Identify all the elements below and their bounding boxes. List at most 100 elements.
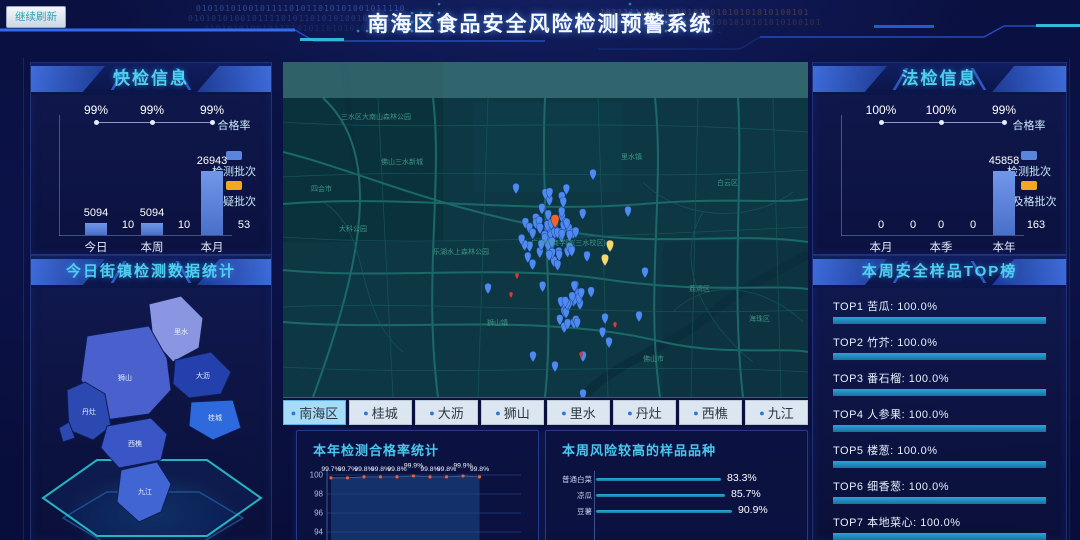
tab-丹灶[interactable]: ● 丹灶 bbox=[613, 400, 676, 425]
legend-fail-swatch bbox=[1021, 181, 1037, 190]
batch-bar bbox=[85, 223, 107, 235]
x-axis bbox=[59, 235, 232, 236]
rate-value: 99% bbox=[74, 103, 118, 117]
category-label: 本年 bbox=[977, 239, 1031, 255]
continue-refresh-button[interactable]: 继续刷新 bbox=[6, 6, 66, 28]
top-item: TOP6 细香葱: 100.0% bbox=[833, 478, 1046, 504]
svg-text:99.8%: 99.8% bbox=[470, 466, 489, 473]
value-labels: 99.7%99.7%99.8%99.8%99.8%99.9%99.8%99.8%… bbox=[321, 463, 489, 474]
suspect-value: 10 bbox=[166, 219, 202, 231]
top-list-body: TOP1 苦瓜: 100.0%TOP2 竹芥: 100.0%TOP3 番石榴: … bbox=[813, 288, 1066, 540]
tab-狮山[interactable]: ●狮山 bbox=[481, 400, 544, 425]
map-place-label: 狮山镇 bbox=[487, 318, 508, 328]
map-place-label: 白云区 bbox=[717, 178, 738, 188]
rate-point bbox=[150, 120, 155, 125]
law-panel-title: 法检信息 bbox=[813, 63, 1066, 95]
tab-label: 丹灶 bbox=[636, 403, 662, 422]
suspect-value: 163 bbox=[1018, 219, 1054, 231]
top-item-bar bbox=[833, 389, 1046, 396]
risk-item-name: 凉瓜 bbox=[560, 490, 592, 501]
top-item: TOP7 本地菜心: 100.0% bbox=[833, 514, 1046, 540]
law-inspection-panel: 法检信息 合格率 检测批次 不及格批次 100%00本月100%00本季99%4… bbox=[812, 62, 1067, 255]
town-stats-panel: 今日街镇检测数据统计 里水狮山大沥桂城丹灶西樵九江 bbox=[30, 255, 272, 540]
tab-桂城[interactable]: ● 桂城 bbox=[349, 400, 412, 425]
rate-value: 99% bbox=[190, 103, 234, 117]
top-item-bar bbox=[833, 353, 1046, 360]
top-panel-title: 本周安全样品TOP榜 bbox=[813, 256, 1066, 288]
top-item-bar bbox=[833, 497, 1046, 504]
tab-label: 大沥 bbox=[438, 403, 464, 422]
top-item-bar bbox=[833, 533, 1046, 540]
risk-item-name: 普通白菜 bbox=[560, 474, 592, 485]
year-pass-rate-box: 本年检测合格率统计 1009896949299.7%99.7%99.8%99.8… bbox=[296, 430, 539, 540]
tab-dot-icon: ● bbox=[561, 408, 566, 418]
tab-西樵[interactable]: ● 西樵 bbox=[679, 400, 742, 425]
map-place-label: 荔湾区 bbox=[689, 284, 710, 294]
batch-bar bbox=[201, 171, 223, 235]
map-place-label: 佛山市 bbox=[643, 354, 664, 364]
risk-item-name: 豆薯 bbox=[560, 506, 592, 517]
tab-dot-icon: ● bbox=[429, 408, 434, 418]
risk-item-value: 83.3% bbox=[727, 472, 757, 484]
map-place-label: 海珠区 bbox=[749, 314, 770, 324]
quick-chart-body: 合格率 检测批次 可疑批次 99%509410今日99%509410本周99%2… bbox=[31, 95, 271, 254]
panel-header: 快检信息 bbox=[31, 63, 271, 95]
tab-大沥[interactable]: ● 大沥 bbox=[415, 400, 478, 425]
map-place-label: 广州工商学院(三水校区) bbox=[531, 238, 606, 248]
rate-value: 100% bbox=[919, 103, 963, 117]
tab-dot-icon: ● bbox=[759, 408, 764, 418]
top-item-bar bbox=[833, 425, 1046, 432]
batch-value: 5094 bbox=[69, 207, 123, 219]
tab-label: 南海区 bbox=[299, 403, 338, 422]
risk-item-value: 85.7% bbox=[731, 488, 761, 500]
x-axis bbox=[841, 235, 1024, 236]
rate-value: 99% bbox=[130, 103, 174, 117]
tab-dot-icon: ● bbox=[363, 408, 368, 418]
region-label: 里水 bbox=[174, 327, 188, 336]
rate-point bbox=[94, 120, 99, 125]
nanhai-district-map: 里水狮山大沥桂城丹灶西樵九江 bbox=[53, 296, 249, 532]
category-label: 本月 bbox=[185, 239, 239, 255]
region-label: 九江 bbox=[138, 487, 152, 496]
tab-label: 桂城 bbox=[372, 403, 398, 422]
quick-panel-title: 快检信息 bbox=[31, 63, 271, 95]
risk-bars: 普通白菜83.3%凉瓜85.7%豆薯90.9% bbox=[560, 431, 800, 540]
map-place-label: 里水镇 bbox=[621, 152, 642, 162]
map-place-label: 佛山三水新城 bbox=[381, 157, 423, 167]
tab-label: 西樵 bbox=[702, 403, 728, 422]
top-item-bar bbox=[833, 317, 1046, 324]
batch-bar bbox=[993, 171, 1015, 235]
top-samples-panel: 本周安全样品TOP榜 TOP1 苦瓜: 100.0%TOP2 竹芥: 100.0… bbox=[812, 255, 1067, 540]
law-chart-body: 合格率 检测批次 不及格批次 100%00本月100%00本季99%458581… bbox=[813, 95, 1066, 254]
tab-dot-icon: ● bbox=[627, 408, 632, 418]
legend-suspect-swatch bbox=[226, 181, 242, 190]
svg-text:96: 96 bbox=[314, 509, 323, 518]
tab-dot-icon: ● bbox=[693, 408, 698, 418]
svg-text:98: 98 bbox=[314, 490, 323, 499]
center-map[interactable]: 三水区大南山森林公园四会市佛山三水新城大科公园乐湖水上森林公园广州工商学院(三水… bbox=[283, 62, 808, 398]
tab-九江[interactable]: ●九江 bbox=[745, 400, 808, 425]
legend-rate-label: 合格率 bbox=[996, 117, 1062, 133]
tab-dot-icon: ● bbox=[291, 408, 296, 418]
quick-inspection-panel: 快检信息 合格率 检测批次 可疑批次 99%509410今日99%509410本… bbox=[30, 62, 272, 255]
category-label: 本季 bbox=[914, 239, 968, 255]
rate-point bbox=[939, 120, 944, 125]
tab-里水[interactable]: ●里水 bbox=[547, 400, 610, 425]
batch-value: 45858 bbox=[977, 155, 1031, 167]
top-item-label: TOP5 楼葱: 100.0% bbox=[833, 442, 1046, 458]
map-place-label: 大科公园 bbox=[339, 224, 367, 234]
batch-bar bbox=[141, 223, 163, 235]
district-tabs: ●南海区●桂城●大沥●狮山●里水●丹灶●西樵●九江 bbox=[283, 400, 808, 425]
top-item-label: TOP3 番石榴: 100.0% bbox=[833, 370, 1046, 386]
top-item: TOP5 楼葱: 100.0% bbox=[833, 442, 1046, 468]
tab-label: 狮山 bbox=[504, 403, 530, 422]
tab-南海区[interactable]: ●南海区 bbox=[283, 400, 346, 425]
top-item-label: TOP2 竹芥: 100.0% bbox=[833, 334, 1046, 350]
year-area-chart: 1009896949299.7%99.7%99.8%99.8%99.8%99.9… bbox=[301, 459, 534, 540]
map-place-labels: 三水区大南山森林公园四会市佛山三水新城大科公园乐湖水上森林公园广州工商学院(三水… bbox=[283, 62, 808, 397]
panel-header: 今日街镇检测数据统计 bbox=[31, 256, 271, 288]
town-map-body: 里水狮山大沥桂城丹灶西樵九江 bbox=[31, 288, 271, 540]
top-item-label: TOP7 本地菜心: 100.0% bbox=[833, 514, 1046, 530]
region-label: 丹灶 bbox=[82, 407, 96, 416]
map-place-label: 三水区大南山森林公园 bbox=[341, 112, 411, 122]
